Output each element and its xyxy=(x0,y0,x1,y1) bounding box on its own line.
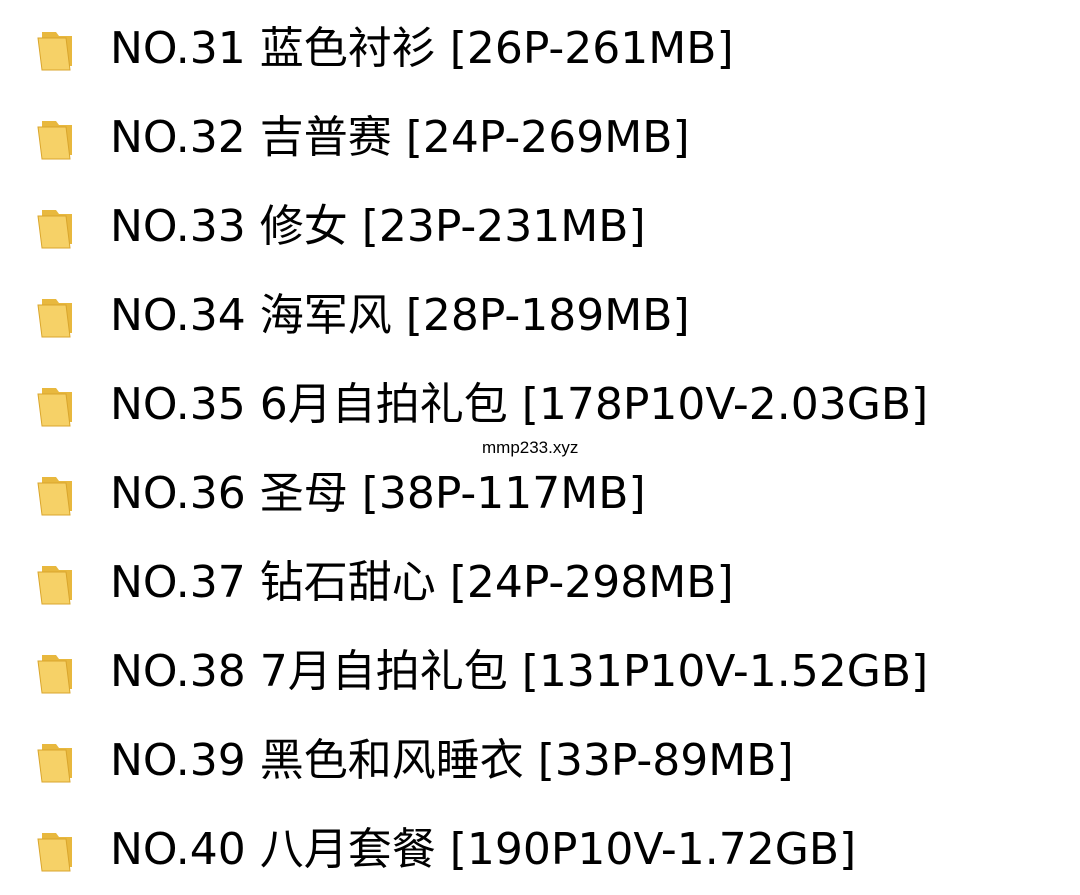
folder-item[interactable]: NO.38 7月自拍礼包 [131P10V-1.52GB] xyxy=(0,627,1080,716)
folder-name: NO.33 修女 [23P-231MB] xyxy=(110,200,646,252)
folder-icon xyxy=(36,115,78,161)
watermark-text: mmp233.xyz xyxy=(480,438,581,458)
folder-item[interactable]: NO.40 八月套餐 [190P10V-1.72GB] xyxy=(0,805,1080,894)
folder-icon xyxy=(36,26,78,72)
folder-item[interactable]: NO.33 修女 [23P-231MB] xyxy=(0,182,1080,271)
folder-name: NO.40 八月套餐 [190P10V-1.72GB] xyxy=(110,823,857,875)
folder-name: NO.38 7月自拍礼包 [131P10V-1.52GB] xyxy=(110,645,929,697)
folder-icon xyxy=(36,382,78,428)
folder-name: NO.36 圣母 [38P-117MB] xyxy=(110,467,646,519)
folder-icon xyxy=(36,471,78,517)
folder-item[interactable]: NO.31 蓝色衬衫 [26P-261MB] xyxy=(0,4,1080,93)
folder-item[interactable]: NO.39 黑色和风睡衣 [33P-89MB] xyxy=(0,716,1080,805)
folder-icon xyxy=(36,560,78,606)
folder-name: NO.35 6月自拍礼包 [178P10V-2.03GB] xyxy=(110,378,929,430)
folder-name: NO.31 蓝色衬衫 [26P-261MB] xyxy=(110,22,734,74)
folder-icon xyxy=(36,649,78,695)
folder-icon xyxy=(36,738,78,784)
folder-item[interactable]: NO.32 吉普赛 [24P-269MB] xyxy=(0,93,1080,182)
folder-item[interactable]: NO.36 圣母 [38P-117MB] xyxy=(0,449,1080,538)
folder-name: NO.32 吉普赛 [24P-269MB] xyxy=(110,111,690,163)
folder-icon xyxy=(36,204,78,250)
folder-name: NO.34 海军风 [28P-189MB] xyxy=(110,289,690,341)
folder-item[interactable]: NO.35 6月自拍礼包 [178P10V-2.03GB] xyxy=(0,360,1080,449)
folder-icon xyxy=(36,827,78,873)
folder-name: NO.37 钻石甜心 [24P-298MB] xyxy=(110,556,734,608)
folder-item[interactable]: NO.34 海军风 [28P-189MB] xyxy=(0,271,1080,360)
folder-name: NO.39 黑色和风睡衣 [33P-89MB] xyxy=(110,734,794,786)
folder-item[interactable]: NO.37 钻石甜心 [24P-298MB] xyxy=(0,538,1080,627)
folder-icon xyxy=(36,293,78,339)
